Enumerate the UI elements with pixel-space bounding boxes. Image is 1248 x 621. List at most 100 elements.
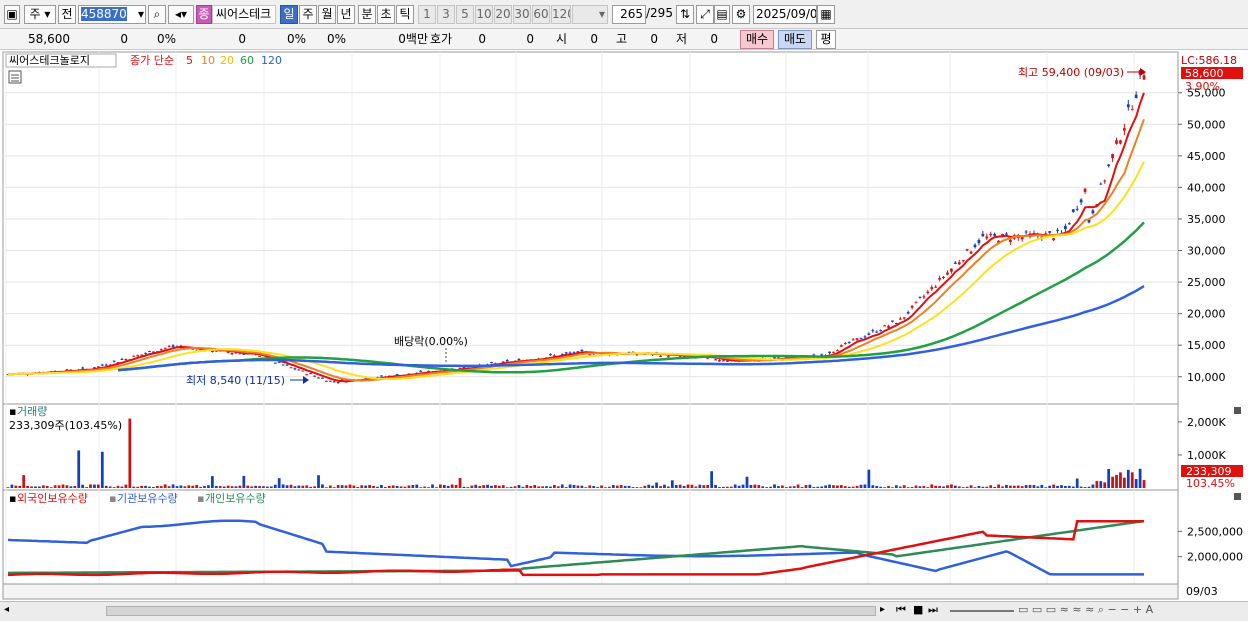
chevron-down-icon: ▾ (598, 7, 605, 21)
prev-button[interactable]: 전 (58, 5, 76, 24)
chart-area[interactable]: 55,000 50,000 45,000 40,000 35,000 30,000 25,0… (0, 50, 1248, 603)
scroll-thumb[interactable] (106, 606, 876, 616)
stock-badge: 종 (196, 5, 212, 24)
period-day[interactable]: 일 (280, 5, 298, 24)
period-minute[interactable]: 분 (358, 5, 376, 24)
volume-bar (663, 484, 666, 488)
search-icon[interactable]: ⌕ (148, 5, 166, 24)
tool-icons[interactable]: ▭ ▭ ▭ ≈ ≈ ≈ ⌕ − − + A (1018, 603, 1153, 617)
volume-bar (694, 486, 698, 488)
interval-30[interactable]: 30 (513, 5, 531, 24)
volume-bar (77, 450, 81, 488)
candle-body (1052, 238, 1055, 241)
volume-bar (950, 484, 953, 488)
interval-3[interactable]: 3 (437, 5, 455, 24)
stop-icon[interactable]: ■ (913, 603, 923, 616)
holdings-y-axis: 2,500,000 2,000,000 (1178, 525, 1243, 564)
volume-bar (81, 484, 85, 488)
volume-panel[interactable] (2, 403, 1179, 491)
volume-title: 거래량 (17, 405, 47, 418)
candle-body (328, 380, 332, 382)
volume-bar (281, 484, 285, 488)
interval-20[interactable]: 20 (494, 5, 512, 24)
count-input[interactable]: 265 (612, 5, 646, 24)
volume-bar (961, 487, 965, 488)
volume-bar (53, 485, 57, 488)
price-panel[interactable] (2, 51, 1179, 405)
candle-body (725, 360, 729, 362)
eval-button[interactable]: 평 (816, 30, 836, 49)
volume-bar (1040, 484, 1044, 488)
candle-body (1083, 188, 1087, 192)
period-month[interactable]: 월 (318, 5, 336, 24)
volume-bar (902, 485, 906, 488)
period-second[interactable]: 초 (377, 5, 395, 24)
last-page-icon[interactable]: ⏭ (928, 603, 938, 617)
volume-bar (30, 486, 33, 488)
volume-bar (529, 485, 533, 488)
calendar-icon[interactable]: ▦ (817, 5, 835, 24)
save-icon[interactable]: ▤ (714, 5, 730, 24)
interval-60[interactable]: 60 (532, 5, 550, 24)
volume-bar (953, 485, 957, 488)
chart-window-icon[interactable]: ▣ (4, 5, 20, 24)
volume-bar (812, 487, 816, 488)
sell-button[interactable]: 매도 (778, 30, 812, 49)
interval-10[interactable]: 10 (475, 5, 493, 24)
holdings-personal-label: 개인보유수량 (205, 492, 266, 505)
volume-bar (262, 486, 265, 488)
volume-bar (525, 484, 529, 488)
volume-bar (608, 486, 611, 488)
crosshair-icon[interactable]: ⤢ (696, 5, 714, 24)
scroll-right-icon[interactable]: ▸ (880, 604, 885, 615)
period-year[interactable]: 년 (337, 5, 355, 24)
volume-bar (383, 486, 387, 488)
speaker-icon[interactable]: ◂▾ (168, 5, 194, 24)
volume-bar (875, 485, 879, 488)
scroll-bar[interactable]: ◂ ▸ ⏮ ■ ⏭ ▭ ▭ ▭ ≈ ≈ ≈ ⌕ − − + A (0, 601, 1248, 621)
holdings-close-icon[interactable] (1234, 493, 1241, 500)
volume-bar (1142, 480, 1146, 488)
volume-bar (336, 484, 340, 488)
volume-bar (922, 486, 926, 488)
candle-body (981, 233, 985, 237)
scroll-left-icon[interactable]: ◂ (4, 604, 9, 615)
volume-y-tick-label: 2,000K (1187, 416, 1226, 429)
custom-interval-select[interactable]: ▾ (572, 5, 608, 24)
candle-body (289, 367, 293, 369)
candle-body (211, 351, 214, 353)
period-week[interactable]: 주 (299, 5, 317, 24)
candle-type-icon[interactable]: ⇅ (676, 5, 694, 24)
interval-120[interactable]: 120 (551, 5, 571, 24)
candle-body (938, 277, 941, 280)
interval-1[interactable]: 1 (418, 5, 436, 24)
volume-bar (191, 485, 195, 488)
period-tick[interactable]: 틱 (396, 5, 414, 24)
volume-bar (211, 476, 214, 488)
zoom-slider[interactable] (950, 610, 1014, 612)
volume-bar (855, 485, 859, 488)
chart-svg[interactable]: 55,00050,00045,00040,00035,00030,00025,0… (0, 50, 1248, 603)
volume-bar (340, 485, 344, 488)
volume-bar (745, 476, 749, 488)
volume-close-icon[interactable] (1234, 407, 1241, 414)
volume-bar (415, 484, 419, 488)
first-page-icon[interactable]: ⏮ (896, 603, 906, 617)
volume-bar (615, 485, 619, 488)
date-input[interactable]: 2025/09/03 (753, 5, 817, 24)
code-input[interactable]: 458870 ▾ (78, 5, 146, 24)
ma-120-label: 120 (261, 54, 282, 67)
volume-bar (553, 485, 556, 488)
volume-bar (1044, 487, 1048, 488)
candle-body (321, 377, 324, 379)
interval-5[interactable]: 5 (456, 5, 474, 24)
candle-body (985, 236, 989, 239)
volume-bar (238, 485, 242, 488)
gear-icon[interactable]: ⚙ (732, 5, 750, 24)
volume-bar (179, 485, 183, 488)
buy-button[interactable]: 매수 (740, 30, 774, 49)
candle-body (419, 370, 423, 372)
dividend-annotation: 배당락(0.00%) (394, 335, 468, 348)
type-select[interactable]: 주 ▾ (24, 5, 56, 24)
volume-bar (993, 487, 997, 488)
